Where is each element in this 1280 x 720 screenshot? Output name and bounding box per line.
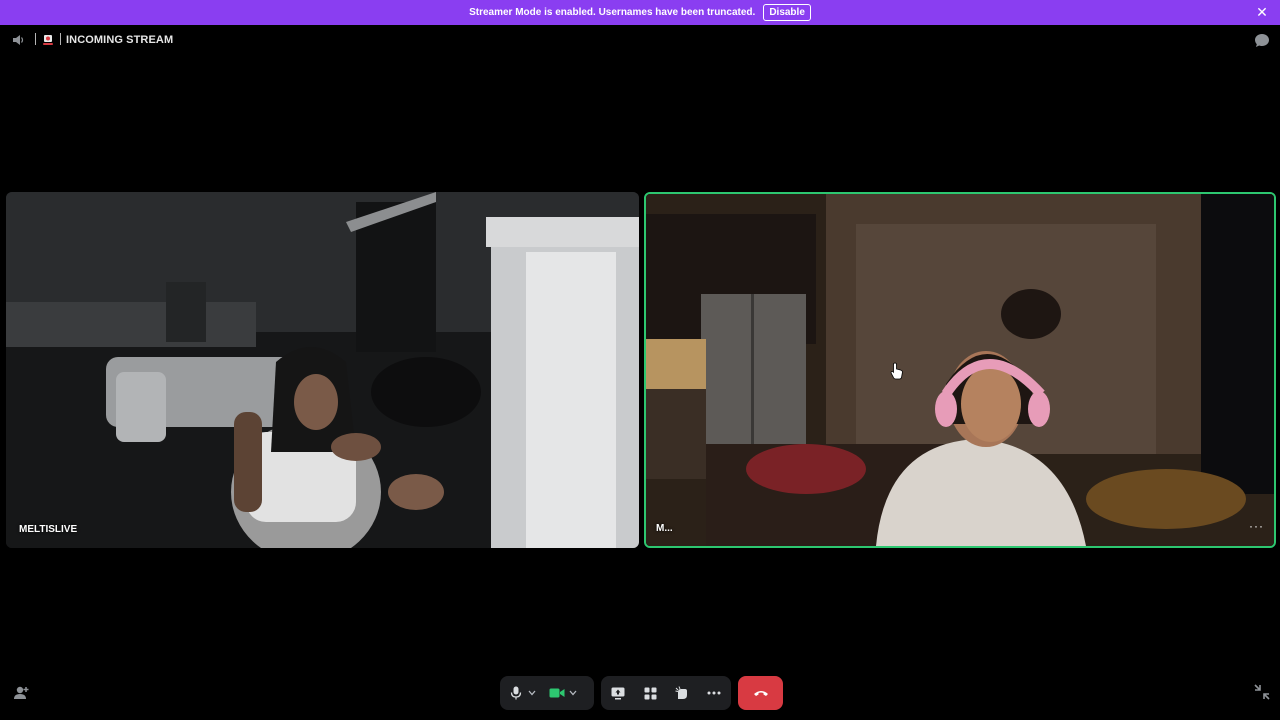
soundboard-icon[interactable] — [671, 682, 693, 704]
camera-icon[interactable] — [546, 682, 568, 704]
audio-video-controls — [500, 676, 594, 710]
disable-streamer-mode-button[interactable]: Disable — [763, 4, 811, 21]
video-tile-speaking[interactable]: M... ··· — [644, 192, 1276, 548]
more-icon[interactable]: ··· — [1249, 519, 1264, 533]
action-controls — [601, 676, 731, 710]
live-stream-icon — [42, 33, 54, 45]
microphone-icon[interactable] — [505, 682, 527, 704]
streamer-mode-message: Streamer Mode is enabled. Usernames have… — [469, 7, 756, 18]
chat-bubble-icon[interactable] — [1254, 33, 1270, 48]
more-icon[interactable] — [703, 682, 725, 704]
activities-icon[interactable] — [639, 682, 661, 704]
video-feed — [6, 192, 639, 548]
call-controls — [0, 676, 1280, 710]
video-feed — [646, 194, 1274, 546]
invite-user-icon[interactable] — [12, 684, 30, 702]
close-icon[interactable]: ✕ — [1254, 4, 1270, 20]
screen-share-icon[interactable] — [607, 682, 629, 704]
hang-up-icon — [753, 684, 769, 702]
header-divider — [60, 33, 61, 45]
page-title: INCOMING STREAM — [66, 34, 174, 46]
call-header: INCOMING STREAM — [0, 25, 1280, 55]
streamer-mode-banner: Streamer Mode is enabled. Usernames have… — [0, 0, 1280, 25]
chevron-down-icon[interactable] — [527, 688, 537, 698]
chevron-down-icon[interactable] — [568, 688, 578, 698]
collapse-icon[interactable] — [1254, 684, 1270, 700]
hand-cursor-icon — [890, 362, 903, 380]
speaker-icon[interactable] — [11, 33, 25, 47]
video-tile[interactable]: MELTISLIVE — [6, 192, 639, 548]
hang-up-button[interactable] — [738, 676, 783, 710]
participant-name: M... — [656, 523, 673, 534]
participant-name: MELTISLIVE — [19, 524, 78, 535]
header-divider — [35, 33, 36, 45]
